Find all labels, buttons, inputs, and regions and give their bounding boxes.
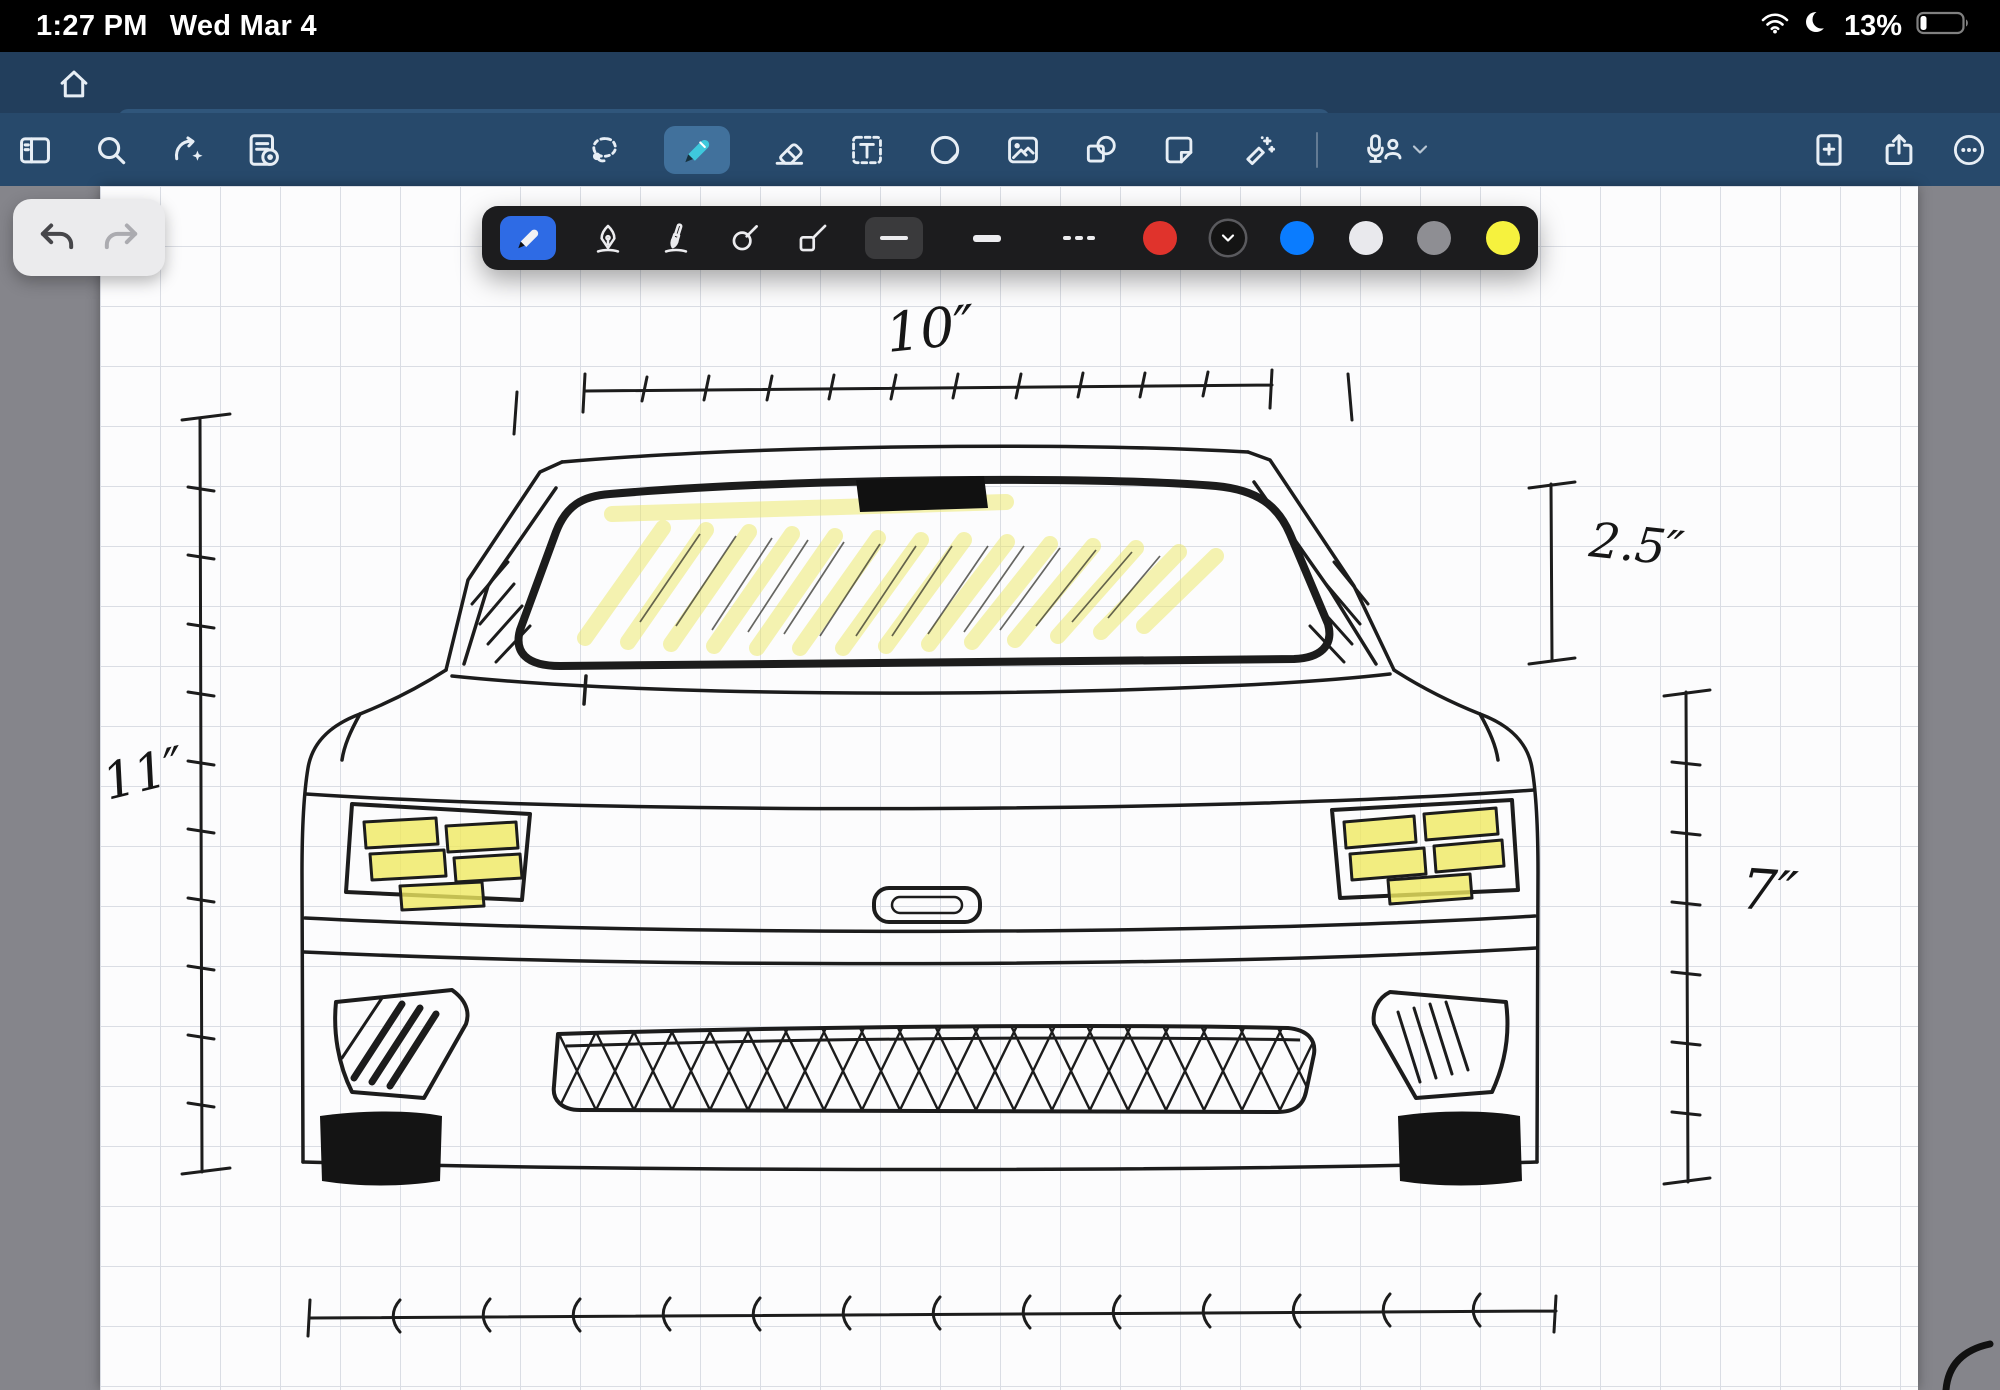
home-button[interactable] xyxy=(52,64,96,104)
insert-shape-button[interactable] xyxy=(796,221,830,255)
color-red-button[interactable] xyxy=(1143,221,1177,255)
color-yellow-button[interactable] xyxy=(1486,221,1520,255)
battery-icon xyxy=(1916,10,1970,43)
undo-redo-panel xyxy=(13,199,165,276)
photo-icon[interactable] xyxy=(1004,131,1042,169)
stroke-thin-button[interactable] xyxy=(865,217,923,259)
sidebar-icon[interactable] xyxy=(16,131,54,169)
ai-assist-icon[interactable] xyxy=(168,131,206,169)
battery-percent: 13% xyxy=(1844,10,1902,43)
quick-note-icon[interactable] xyxy=(244,131,282,169)
eraser-icon[interactable] xyxy=(770,131,808,169)
stroke-dashed-button[interactable] xyxy=(1050,217,1108,259)
notebook-page[interactable] xyxy=(100,186,1918,1390)
chevron-down-icon xyxy=(1412,144,1428,155)
audio-record-button[interactable] xyxy=(1358,131,1428,169)
tab-bar: EV × Hw 4 × xyxy=(0,52,2000,113)
pen-toolbar xyxy=(482,206,1538,270)
sticky-note-icon[interactable] xyxy=(1160,131,1198,169)
date: Wed Mar 4 xyxy=(170,10,317,43)
pen-tool-selected[interactable] xyxy=(664,126,730,174)
brush-pen-button[interactable] xyxy=(659,221,693,255)
shapes-icon[interactable] xyxy=(1082,131,1120,169)
toolbar-divider xyxy=(1316,132,1318,168)
redo-button[interactable] xyxy=(101,218,141,258)
fountain-pen-button[interactable] xyxy=(591,221,625,255)
more-icon[interactable] xyxy=(1950,131,1988,169)
screen: 1:27 PM Wed Mar 4 13% EV × xyxy=(0,0,2000,1390)
canvas-area: 10″ 11″ 2.5″ 7″ xyxy=(0,186,2000,1390)
dark-mode-moon-icon xyxy=(1804,9,1830,43)
ballpoint-pen-button[interactable] xyxy=(500,216,556,260)
elements-icon[interactable] xyxy=(926,131,964,169)
color-white-button[interactable] xyxy=(1349,221,1383,255)
color-blue-button[interactable] xyxy=(1280,221,1314,255)
status-bar: 1:27 PM Wed Mar 4 13% xyxy=(0,0,2000,52)
color-gray-button[interactable] xyxy=(1417,221,1451,255)
lasso-icon[interactable] xyxy=(586,131,624,169)
add-page-icon[interactable] xyxy=(1810,131,1848,169)
smart-shape-pen-button[interactable] xyxy=(728,221,762,255)
laser-pointer-icon[interactable] xyxy=(1238,131,1276,169)
color-black-button-selected[interactable] xyxy=(1211,221,1245,255)
clock: 1:27 PM xyxy=(36,10,148,43)
stroke-medium-button[interactable] xyxy=(958,217,1016,259)
text-icon[interactable] xyxy=(848,131,886,169)
share-icon[interactable] xyxy=(1880,131,1918,169)
main-toolbar xyxy=(0,113,2000,186)
page-curl[interactable] xyxy=(1946,1344,1990,1390)
undo-button[interactable] xyxy=(37,218,77,258)
search-icon[interactable] xyxy=(92,131,130,169)
wifi-icon xyxy=(1760,10,1790,43)
